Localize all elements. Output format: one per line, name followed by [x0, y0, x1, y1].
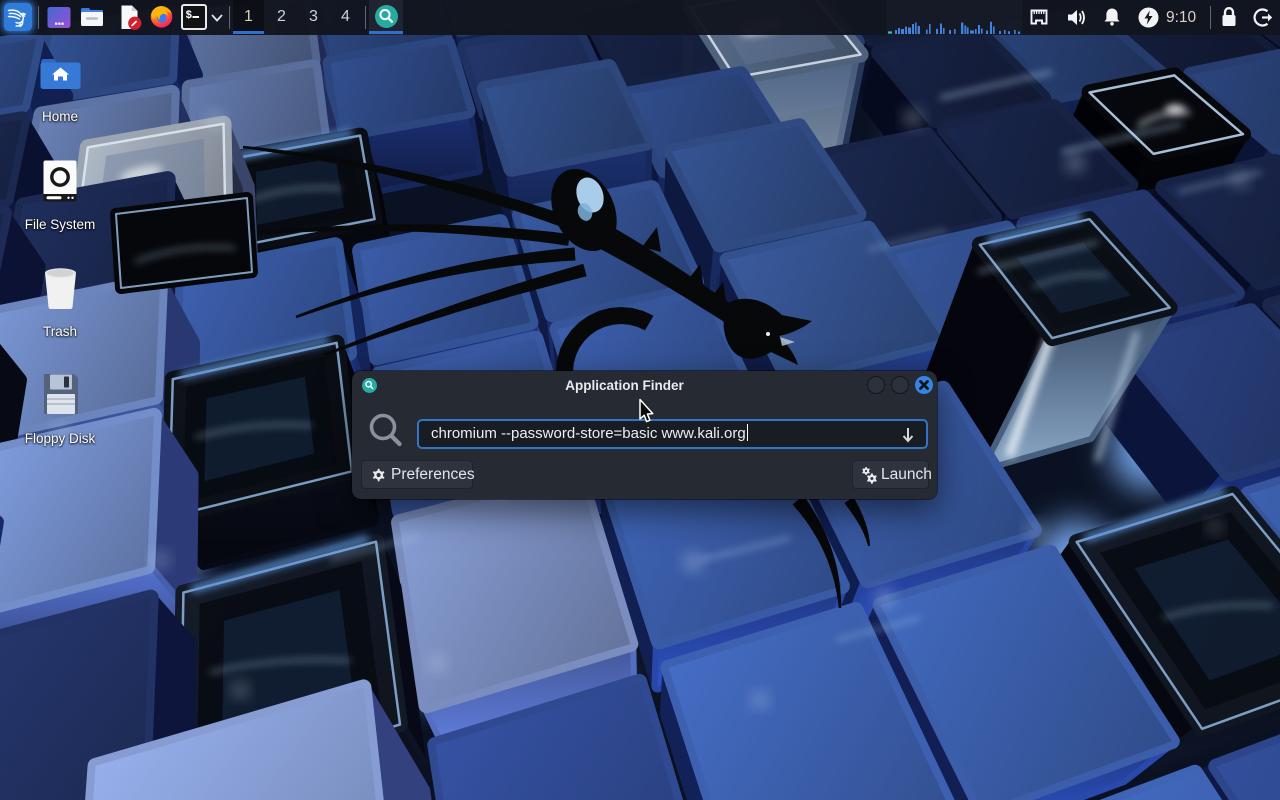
svg-text:$: $	[186, 10, 193, 22]
